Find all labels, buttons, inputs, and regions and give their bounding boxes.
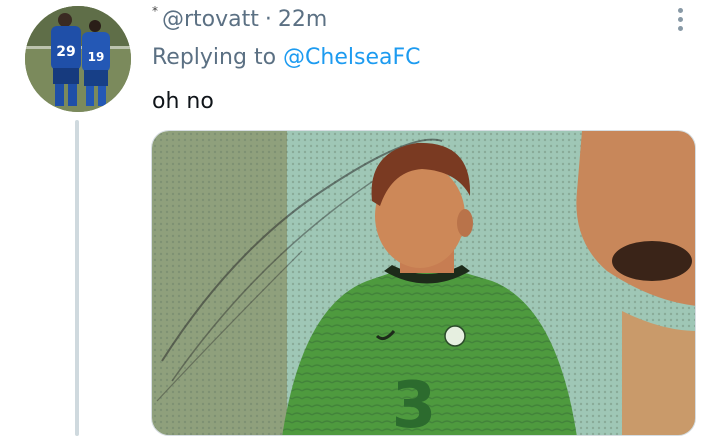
media-illustration: 3 bbox=[152, 131, 695, 436]
display-name[interactable]: * bbox=[152, 4, 158, 18]
avatar-image: 29 19 bbox=[25, 6, 131, 112]
tweet-header: * @rtovatt · 22m bbox=[152, 4, 327, 34]
avatar-shirt-number: 29 bbox=[56, 44, 75, 60]
shirt-sponsor: 3 bbox=[392, 369, 437, 436]
tweet-timestamp[interactable]: 22m bbox=[278, 7, 327, 32]
avatar[interactable]: 29 19 bbox=[25, 6, 131, 112]
avatar-shirt-number: 19 bbox=[88, 50, 105, 64]
tweet-media-image[interactable]: 3 bbox=[151, 130, 696, 436]
user-handle[interactable]: @rtovatt bbox=[162, 7, 259, 32]
more-vertical-icon[interactable] bbox=[670, 4, 690, 34]
replying-to: Replying to @ChelseaFC bbox=[152, 42, 420, 72]
header-separator: · bbox=[264, 6, 272, 32]
tweet-text: oh no bbox=[152, 88, 214, 114]
thread-line bbox=[75, 120, 79, 436]
replying-to-label: Replying to bbox=[152, 44, 277, 70]
replying-to-handle[interactable]: @ChelseaFC bbox=[283, 45, 420, 70]
